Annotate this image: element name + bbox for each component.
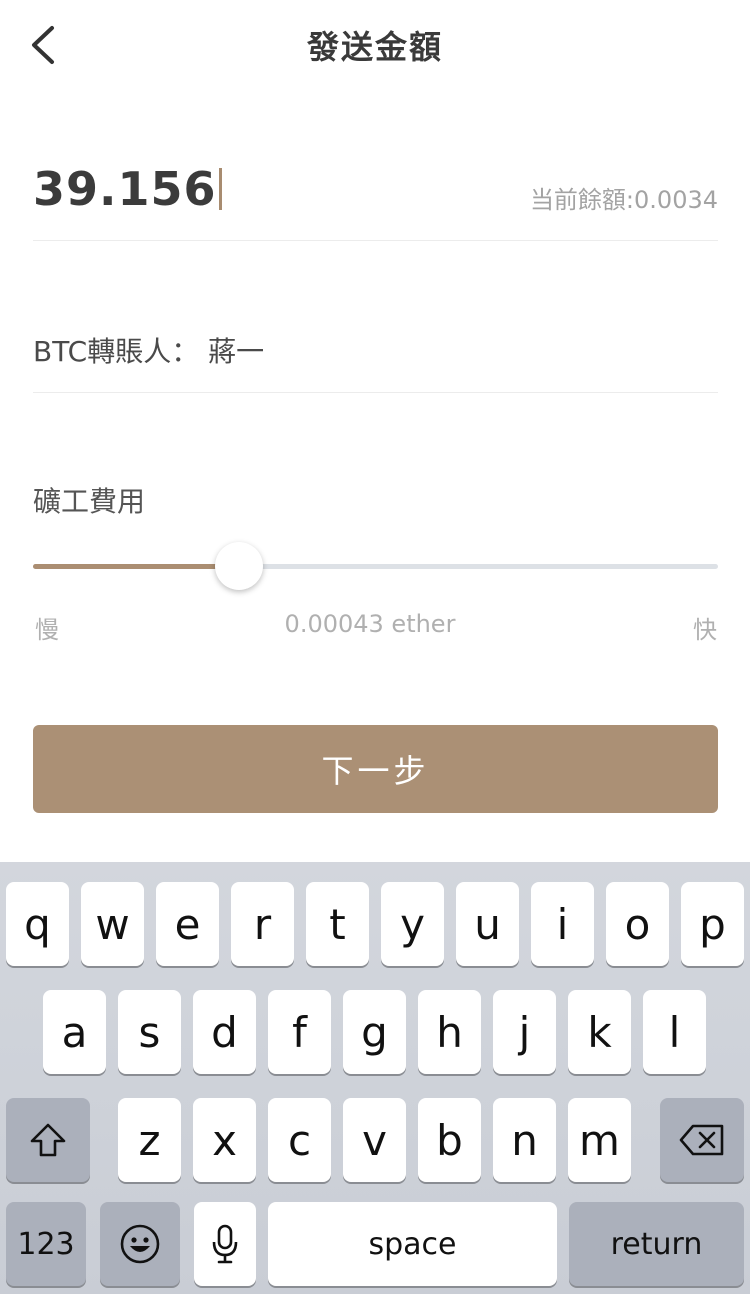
shift-icon — [30, 1123, 66, 1157]
key-c[interactable]: c — [268, 1098, 331, 1182]
page-title: 發送金額 — [306, 28, 443, 66]
key-r[interactable]: r — [231, 882, 294, 966]
fee-value: 0.00043 ether — [284, 610, 456, 638]
slider-fill — [33, 564, 239, 569]
key-j[interactable]: j — [493, 990, 556, 1074]
key-g[interactable]: g — [343, 990, 406, 1074]
key-x[interactable]: x — [193, 1098, 256, 1182]
fast-label: 快 — [693, 616, 717, 644]
key-v[interactable]: v — [343, 1098, 406, 1182]
fee-slider[interactable] — [33, 540, 718, 592]
key-n[interactable]: n — [493, 1098, 556, 1182]
return-key[interactable]: return — [569, 1202, 744, 1286]
key-l[interactable]: l — [643, 990, 706, 1074]
amount-row: 39.156 当前餘額:0.0034 — [33, 150, 718, 241]
key-h[interactable]: h — [418, 990, 481, 1074]
key-m[interactable]: m — [568, 1098, 631, 1182]
next-button[interactable]: 下一步 — [33, 725, 718, 813]
recipient-label: BTC轉賬人： 蔣一 — [33, 335, 265, 368]
space-key[interactable]: space — [268, 1202, 557, 1286]
key-s[interactable]: s — [118, 990, 181, 1074]
recipient-row: BTC轉賬人： 蔣一 — [33, 300, 718, 393]
backspace-key[interactable] — [660, 1098, 744, 1182]
amount-value: 39.156 — [33, 162, 217, 216]
key-t[interactable]: t — [306, 882, 369, 966]
shift-key[interactable] — [6, 1098, 90, 1182]
key-o[interactable]: o — [606, 882, 669, 966]
microphone-icon — [212, 1224, 238, 1264]
key-z[interactable]: z — [118, 1098, 181, 1182]
navigation-bar: 發送金額 — [0, 0, 750, 90]
key-w[interactable]: w — [81, 882, 144, 966]
keyboard: q w e r t y u i o p a s d f g h j k l z … — [0, 862, 750, 1294]
slider-thumb[interactable] — [215, 542, 263, 590]
key-b[interactable]: b — [418, 1098, 481, 1182]
numbers-key[interactable]: 123 — [6, 1202, 86, 1286]
key-y[interactable]: y — [381, 882, 444, 966]
text-caret — [218, 168, 222, 210]
current-balance: 当前餘額:0.0034 — [529, 186, 718, 214]
emoji-icon — [120, 1224, 160, 1264]
key-u[interactable]: u — [456, 882, 519, 966]
fee-title: 礦工費用 — [33, 485, 146, 518]
amount-input[interactable]: 39.156 — [33, 162, 222, 216]
key-p[interactable]: p — [681, 882, 744, 966]
key-q[interactable]: q — [6, 882, 69, 966]
key-e[interactable]: e — [156, 882, 219, 966]
key-f[interactable]: f — [268, 990, 331, 1074]
emoji-key[interactable] — [100, 1202, 180, 1286]
key-a[interactable]: a — [43, 990, 106, 1074]
key-k[interactable]: k — [568, 990, 631, 1074]
key-i[interactable]: i — [531, 882, 594, 966]
key-d[interactable]: d — [193, 990, 256, 1074]
backspace-icon — [679, 1124, 724, 1156]
microphone-key[interactable] — [194, 1202, 256, 1286]
